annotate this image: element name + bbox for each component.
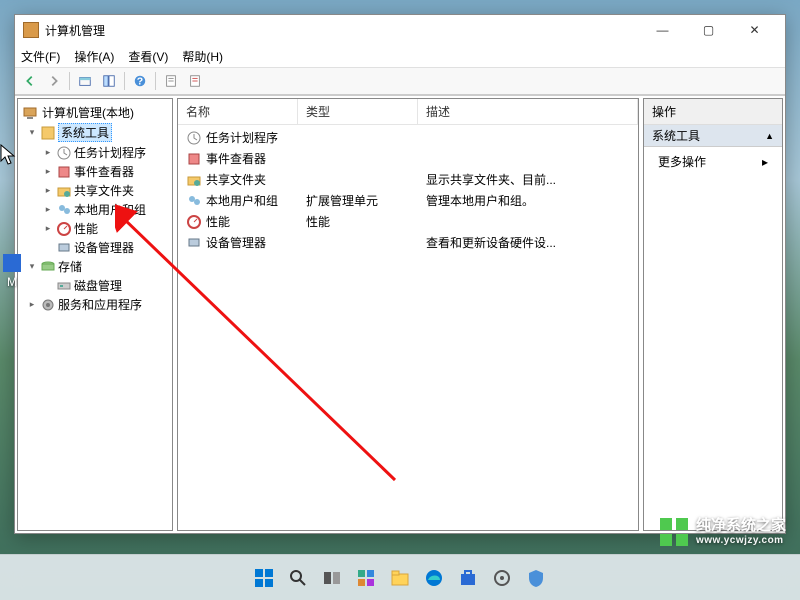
row-icon bbox=[186, 214, 202, 230]
chevron-right-icon[interactable]: ▸ bbox=[26, 299, 38, 311]
row-icon bbox=[186, 130, 202, 146]
event-icon bbox=[56, 164, 72, 180]
list-header: 名称 类型 描述 bbox=[178, 99, 638, 125]
content-area: 计算机管理(本地) ▾ 系统工具 ▸任务计划程序 ▸事件查看器 ▸共享文件夹 ▸… bbox=[15, 95, 785, 533]
taskbar[interactable] bbox=[0, 554, 800, 600]
tree-event-viewer[interactable]: ▸事件查看器 bbox=[42, 162, 170, 181]
tree-device-manager[interactable]: ▸设备管理器 bbox=[42, 238, 170, 257]
store-button[interactable] bbox=[454, 564, 482, 592]
minimize-button[interactable]: — bbox=[640, 16, 685, 44]
watermark-url: www.ycwjzy.com bbox=[696, 535, 786, 546]
tree-pane[interactable]: 计算机管理(本地) ▾ 系统工具 ▸任务计划程序 ▸事件查看器 ▸共享文件夹 ▸… bbox=[17, 98, 173, 531]
chevron-right-icon[interactable]: ▸ bbox=[42, 223, 54, 235]
tree-shared-folders[interactable]: ▸共享文件夹 bbox=[42, 181, 170, 200]
perf-icon bbox=[56, 221, 72, 237]
list-row[interactable]: 设备管理器查看和更新设备硬件设... bbox=[182, 232, 634, 253]
watermark-logo-icon bbox=[658, 516, 690, 548]
list-body: 任务计划程序事件查看器共享文件夹显示共享文件夹、目前...本地用户和组扩展管理单… bbox=[178, 125, 638, 530]
maximize-button[interactable]: ▢ bbox=[686, 16, 731, 44]
chevron-down-icon[interactable]: ▾ bbox=[26, 127, 38, 139]
menu-file[interactable]: 文件(F) bbox=[21, 48, 60, 65]
back-button[interactable] bbox=[19, 70, 41, 92]
action-header: 操作 bbox=[644, 99, 782, 125]
menu-action[interactable]: 操作(A) bbox=[74, 48, 114, 65]
storage-icon bbox=[40, 259, 56, 275]
col-type[interactable]: 类型 bbox=[298, 99, 418, 124]
watermark-brand: 纯净系统之家 bbox=[696, 518, 786, 535]
forward-button[interactable] bbox=[43, 70, 65, 92]
row-icon bbox=[186, 193, 202, 209]
action-group-header[interactable]: 系统工具 ▲ bbox=[644, 125, 782, 147]
menubar: 文件(F) 操作(A) 查看(V) 帮助(H) bbox=[15, 45, 785, 67]
list-row[interactable]: 共享文件夹显示共享文件夹、目前... bbox=[182, 169, 634, 190]
tree-local-users[interactable]: ▸本地用户和组 bbox=[42, 200, 170, 219]
tree-storage[interactable]: ▾ 存储 bbox=[24, 257, 170, 276]
row-icon bbox=[186, 235, 202, 251]
tools-icon bbox=[40, 125, 56, 141]
close-button[interactable]: ✕ bbox=[732, 16, 777, 44]
desktop-icon[interactable]: M bbox=[2, 254, 22, 289]
chevron-right-icon[interactable]: ▸ bbox=[42, 147, 54, 159]
menu-help[interactable]: 帮助(H) bbox=[182, 48, 223, 65]
window-title: 计算机管理 bbox=[45, 22, 640, 39]
list-row[interactable]: 事件查看器 bbox=[182, 148, 634, 169]
action-pane: 操作 系统工具 ▲ 更多操作 ▸ bbox=[643, 98, 783, 531]
folder-share-icon bbox=[56, 183, 72, 199]
widgets-button[interactable] bbox=[352, 564, 380, 592]
col-desc[interactable]: 描述 bbox=[418, 99, 638, 124]
device-icon bbox=[56, 240, 72, 256]
toolbar: ? bbox=[15, 67, 785, 95]
security-button[interactable] bbox=[522, 564, 550, 592]
action-more[interactable]: 更多操作 ▸ bbox=[644, 147, 782, 176]
search-button[interactable] bbox=[284, 564, 312, 592]
edge-button[interactable] bbox=[420, 564, 448, 592]
row-icon bbox=[186, 151, 202, 167]
list-row[interactable]: 本地用户和组扩展管理单元管理本地用户和组。 bbox=[182, 190, 634, 211]
cursor-icon bbox=[0, 144, 18, 168]
up-button[interactable] bbox=[74, 70, 96, 92]
tree-performance[interactable]: ▸性能 bbox=[42, 219, 170, 238]
collapse-icon: ▲ bbox=[765, 131, 774, 141]
tree-task-scheduler[interactable]: ▸任务计划程序 bbox=[42, 143, 170, 162]
titlebar[interactable]: 计算机管理 — ▢ ✕ bbox=[15, 15, 785, 45]
menu-view[interactable]: 查看(V) bbox=[128, 48, 168, 65]
list-row[interactable]: 任务计划程序 bbox=[182, 127, 634, 148]
chevron-right-icon: ▸ bbox=[762, 155, 768, 169]
chevron-right-icon[interactable]: ▸ bbox=[42, 185, 54, 197]
computer-icon bbox=[22, 105, 38, 121]
refresh-button[interactable] bbox=[184, 70, 206, 92]
settings-button[interactable] bbox=[488, 564, 516, 592]
chevron-down-icon[interactable]: ▾ bbox=[26, 261, 38, 273]
explorer-button[interactable] bbox=[386, 564, 414, 592]
show-hide-tree-button[interactable] bbox=[98, 70, 120, 92]
watermark: 纯净系统之家 www.ycwjzy.com bbox=[658, 516, 786, 548]
computer-management-window: 计算机管理 — ▢ ✕ 文件(F) 操作(A) 查看(V) 帮助(H) ? 计算… bbox=[14, 14, 786, 534]
clock-icon bbox=[56, 145, 72, 161]
disk-icon bbox=[56, 278, 72, 294]
start-button[interactable] bbox=[250, 564, 278, 592]
chevron-right-icon[interactable]: ▸ bbox=[42, 204, 54, 216]
row-icon bbox=[186, 172, 202, 188]
properties-button[interactable] bbox=[160, 70, 182, 92]
chevron-right-icon[interactable]: ▸ bbox=[42, 166, 54, 178]
tree-root[interactable]: 计算机管理(本地) bbox=[20, 103, 170, 122]
services-icon bbox=[40, 297, 56, 313]
users-icon bbox=[56, 202, 72, 218]
tree-disk-management[interactable]: ▸磁盘管理 bbox=[42, 276, 170, 295]
col-name[interactable]: 名称 bbox=[178, 99, 298, 124]
list-row[interactable]: 性能性能 bbox=[182, 211, 634, 232]
tree-services-apps[interactable]: ▸ 服务和应用程序 bbox=[24, 295, 170, 314]
help-button[interactable]: ? bbox=[129, 70, 151, 92]
taskview-button[interactable] bbox=[318, 564, 346, 592]
svg-text:?: ? bbox=[137, 76, 143, 88]
tree-system-tools[interactable]: ▾ 系统工具 bbox=[24, 122, 170, 143]
app-icon bbox=[23, 22, 39, 38]
list-pane[interactable]: 名称 类型 描述 任务计划程序事件查看器共享文件夹显示共享文件夹、目前...本地… bbox=[177, 98, 639, 531]
